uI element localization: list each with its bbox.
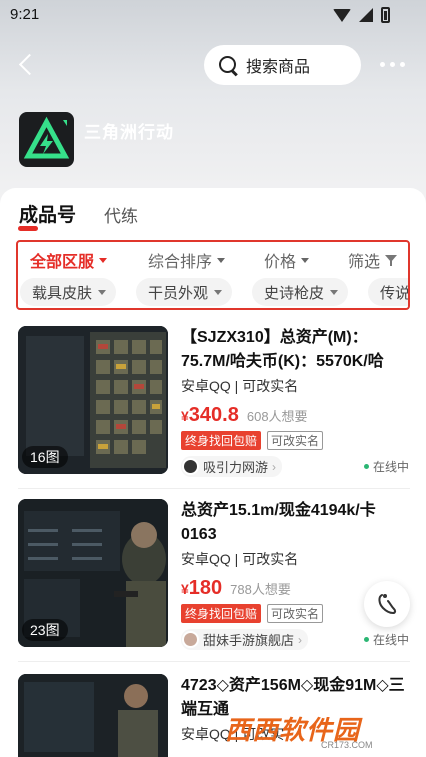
listing-info: 总资产15.1m/现金4194k/卡0163 安卓QQ | 可改实名 ¥180 …	[181, 499, 411, 650]
chip-label: 史诗枪皮	[264, 284, 325, 302]
filter-button[interactable]: 筛选	[348, 248, 398, 272]
listing-subtitle: 安卓QQ | 可改实名	[181, 378, 299, 394]
header-background: 9:21 搜索商品 三角洲行动	[0, 0, 426, 205]
listing-info: 【SJZX310】总资产(M)：75.7M/哈夫币(K)：5570K/哈 安卓Q…	[181, 326, 411, 477]
price-sort[interactable]: 价格	[264, 248, 310, 272]
shop-avatar	[182, 631, 199, 648]
tab-finished-account[interactable]: 成品号	[19, 200, 76, 227]
realname-badge: 可改实名	[267, 604, 324, 623]
filter-chips: 载具皮肤 干员外观 史诗枪皮 传说枪	[18, 278, 410, 308]
signal-icon	[359, 8, 373, 22]
caret-down-icon	[217, 257, 226, 263]
online-dot-icon	[363, 464, 369, 469]
more-menu-icon[interactable]	[380, 54, 410, 74]
guarantee-badge: 终身找回包赔	[181, 431, 262, 450]
listing-title: 【SJZX310】总资产(M)：75.7M/哈夫币(K)：5570K/哈	[181, 329, 384, 370]
region-dropdown[interactable]: 全部区服	[30, 248, 108, 272]
shop-row: 吸引力网游 › 在线中	[181, 456, 409, 477]
divider	[18, 488, 410, 489]
listing-price: ¥340.8	[181, 404, 239, 427]
online-status: 在线中	[363, 631, 409, 648]
filter-panel: 全部区服 综合排序 价格 筛选 载具皮肤 干员外观 史诗枪皮 传说	[16, 240, 410, 310]
search-placeholder: 搜索商品	[246, 59, 311, 76]
shop-name: 甜妹手游旗舰店	[203, 633, 295, 648]
shop-avatar	[182, 458, 199, 475]
chevron-right-icon: ›	[298, 632, 303, 647]
caret-down-icon	[330, 289, 339, 295]
tab-boosting[interactable]: 代练	[104, 202, 138, 227]
status-text: 在线中	[372, 633, 409, 647]
image-count-badge: 16图	[22, 446, 68, 468]
guarantee-badge: 终身找回包赔	[181, 604, 262, 623]
funnel-icon	[385, 254, 398, 266]
nav-bar: 搜索商品	[0, 42, 426, 88]
wants-count: 608人想要	[246, 409, 308, 424]
chevron-right-icon: ›	[272, 459, 277, 474]
chip-operator-skin[interactable]: 干员外观	[136, 278, 233, 306]
wants-count: 788人想要	[230, 582, 291, 597]
image-count-badge: 23图	[22, 619, 68, 641]
currency-symbol: ¥	[181, 581, 189, 597]
listing-thumbnail	[18, 674, 168, 757]
search-input[interactable]: 搜索商品	[204, 45, 361, 85]
sort-label: 综合排序	[148, 254, 213, 271]
badges: 终身找回包赔 可改实名	[181, 431, 411, 450]
chip-label: 干员外观	[148, 284, 209, 302]
listing-price: ¥180	[181, 577, 222, 600]
filter-label: 筛选	[348, 254, 381, 271]
price-label: 价格	[264, 254, 297, 271]
shop-link[interactable]: 甜妹手游旗舰店 ›	[181, 629, 309, 650]
price-value: 180	[188, 577, 223, 599]
tab-bar: 成品号 代练	[19, 200, 138, 227]
shop-name: 吸引力网游	[203, 460, 269, 475]
chip-label: 传说枪	[380, 284, 410, 302]
chip-epic-gun-skin[interactable]: 史诗枪皮	[252, 278, 349, 306]
online-status: 在线中	[363, 458, 409, 475]
caret-down-icon	[98, 289, 107, 295]
chip-label: 载具皮肤	[32, 284, 93, 302]
caret-down-icon	[214, 289, 223, 295]
game-title: 三角洲行动	[84, 123, 174, 142]
listing-thumbnail: 23图	[18, 499, 168, 647]
active-tab-indicator	[18, 226, 38, 231]
online-dot-icon	[363, 637, 369, 642]
region-label: 全部区服	[30, 254, 95, 271]
battery-icon	[381, 7, 390, 23]
watermark-logo: 西西软件园 CR173.COM	[225, 710, 415, 750]
sort-bar: 全部区服 综合排序 价格 筛选	[18, 244, 408, 274]
divider	[18, 661, 410, 662]
footprint-history-button[interactable]	[364, 581, 410, 627]
status-time: 9:21	[10, 6, 40, 23]
search-icon	[218, 55, 238, 75]
caret-down-icon	[99, 257, 108, 263]
listing-thumbnail: 16图	[18, 326, 168, 474]
shop-link[interactable]: 吸引力网游 ›	[181, 456, 283, 477]
listing-subtitle: 安卓QQ | 可改实名	[181, 551, 299, 567]
shop-row: 甜妹手游旗舰店 › 在线中	[181, 629, 409, 650]
listing-title: 总资产15.1m/现金4194k/卡0163	[181, 502, 376, 543]
wifi-icon	[333, 8, 351, 22]
back-arrow-icon[interactable]	[14, 52, 40, 78]
footprint-icon	[378, 594, 397, 615]
chip-legendary-gun[interactable]: 传说枪	[368, 278, 410, 306]
chip-vehicle-skin[interactable]: 载具皮肤	[20, 278, 117, 306]
status-bar: 9:21	[0, 0, 426, 30]
price-value: 340.8	[188, 404, 239, 426]
caret-down-icon	[301, 257, 310, 263]
realname-badge: 可改实名	[267, 431, 324, 450]
currency-symbol: ¥	[181, 408, 189, 424]
status-icons	[333, 7, 390, 23]
game-logo	[19, 112, 74, 167]
price-row: ¥340.8 608人想要	[181, 404, 411, 427]
status-text: 在线中	[372, 460, 409, 474]
watermark-sub: CR173.COM	[321, 740, 373, 750]
sort-dropdown[interactable]: 综合排序	[148, 248, 226, 272]
